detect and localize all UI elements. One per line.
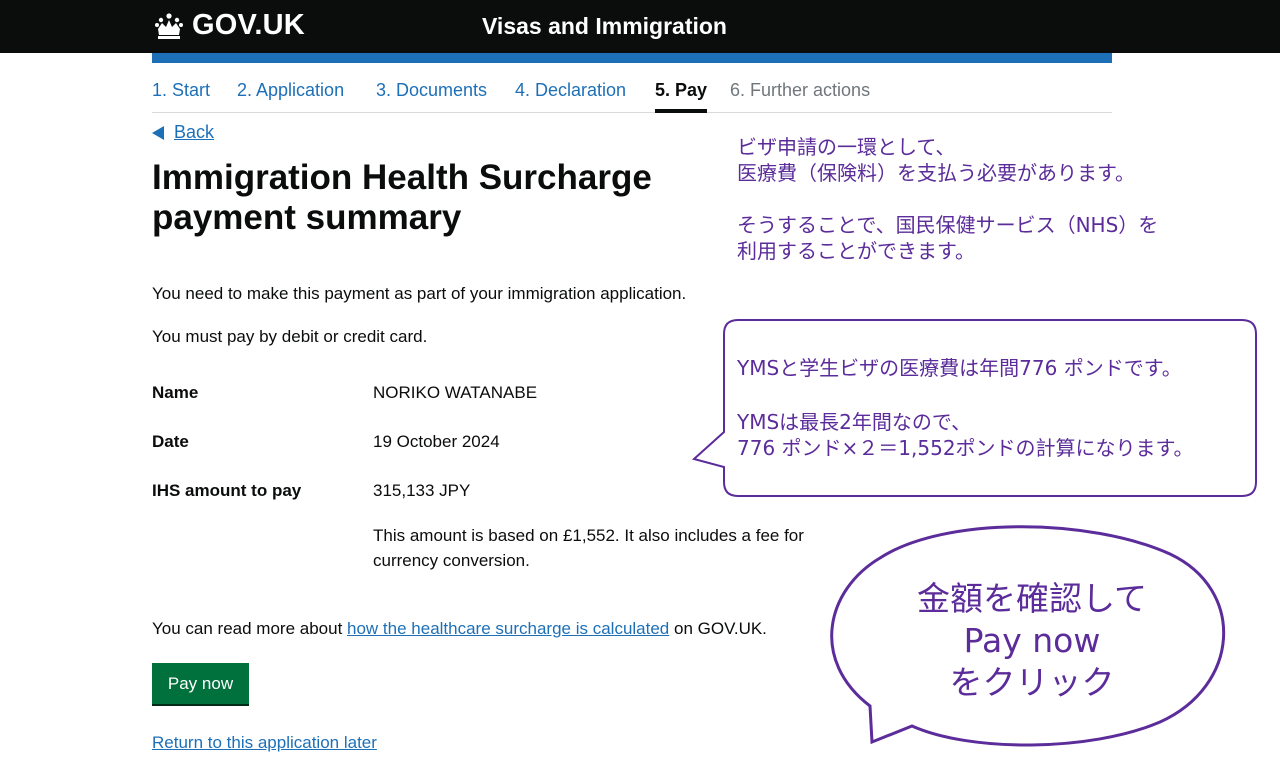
speech-bubble-box bbox=[691, 319, 1257, 497]
summary-key-amount: IHS amount to pay bbox=[152, 481, 302, 500]
annotation-note-3-line-1: 金額を確認して bbox=[916, 579, 1147, 618]
header-accent-bar bbox=[152, 53, 1112, 63]
back-link-label: Back bbox=[174, 122, 215, 142]
annotation-note-3-line-2: Pay now bbox=[963, 621, 1101, 660]
step-further-actions: 6. Further actions bbox=[730, 80, 871, 100]
annotation-note-1-line-2: 医療費（保険料）を支払う必要があります。 bbox=[737, 161, 1135, 185]
return-later-link[interactable]: Return to this application later bbox=[152, 733, 377, 753]
step-navigation: 1. Start 2. Application 3. Documents 4. … bbox=[152, 80, 1112, 113]
logo-text: GOV.UK bbox=[192, 9, 305, 41]
step-application[interactable]: 2. Application bbox=[237, 80, 344, 101]
annotation-note-1-line-3: そうすることで、国民保健サービス（NHS）を bbox=[737, 213, 1159, 237]
pay-now-button[interactable]: Pay now bbox=[152, 663, 249, 704]
summary-key-name: Name bbox=[152, 383, 199, 402]
annotation-note-3-line-3: をクリック bbox=[949, 663, 1115, 702]
annotation-note-1-line-1: ビザ申請の一環として、 bbox=[737, 135, 956, 159]
summary-key-date: Date bbox=[152, 432, 189, 451]
intro-paragraph-1: You need to make this payment as part of… bbox=[152, 284, 687, 303]
site-header: GOV.UK Visas and Immigration bbox=[0, 0, 1280, 53]
govuk-logo[interactable]: GOV.UK bbox=[154, 9, 305, 42]
surcharge-calculation-link[interactable]: how the healthcare surcharge is calculat… bbox=[347, 619, 669, 638]
step-start[interactable]: 1. Start bbox=[152, 80, 210, 101]
intro-paragraph-2: You must pay by debit or credit card. bbox=[152, 327, 428, 346]
back-arrow-icon bbox=[152, 125, 164, 140]
read-more-prefix: You can read more about bbox=[152, 619, 348, 638]
read-more-paragraph: You can read more about how the healthca… bbox=[152, 619, 767, 639]
summary-value-name: NORIKO WATANABE bbox=[373, 383, 538, 402]
annotation-note-3: 金額を確認して Pay now をクリック bbox=[862, 578, 1202, 704]
read-more-suffix: on GOV.UK. bbox=[669, 619, 767, 638]
step-declaration[interactable]: 4. Declaration bbox=[515, 80, 626, 101]
back-link[interactable]: Back bbox=[152, 122, 214, 143]
annotation-note-2-line-1: YMSと学生ビザの医療費は年間776 ポンドです。 bbox=[737, 356, 1182, 380]
annotation-note-1-line-4: 利用することができます。 bbox=[737, 239, 975, 263]
step-documents[interactable]: 3. Documents bbox=[376, 80, 487, 101]
amount-note: This amount is based on £1,552. It also … bbox=[373, 526, 804, 570]
service-name[interactable]: Visas and Immigration bbox=[482, 13, 727, 40]
summary-value-date: 19 October 2024 bbox=[373, 432, 500, 451]
crown-icon bbox=[155, 12, 183, 39]
step-pay: 5. Pay bbox=[655, 80, 708, 113]
annotation-note-2-line-3: 776 ポンド×２＝1,552ポンドの計算になります。 bbox=[737, 436, 1194, 460]
page-title: Immigration Health Surcharge payment sum… bbox=[152, 158, 652, 237]
summary-value-amount: 315,133 JPY bbox=[373, 481, 471, 500]
annotation-note-2-line-2: YMSは最長2年間なので、 bbox=[737, 410, 972, 434]
